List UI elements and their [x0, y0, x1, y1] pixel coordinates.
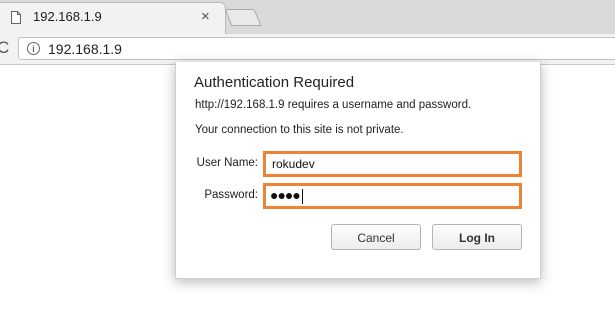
password-label: Password:: [204, 189, 258, 201]
auth-dialog: Authentication Required http://192.168.1…: [175, 62, 541, 279]
browser-toolbar: C i 192.168.1.9: [0, 34, 615, 65]
document-icon: [11, 11, 21, 24]
address-bar[interactable]: i 192.168.1.9: [18, 37, 615, 60]
new-tab-button[interactable]: [224, 9, 262, 26]
tab-title: 192.168.1.9: [33, 9, 102, 24]
password-value: ●●●●: [270, 187, 301, 203]
username-label: User Name:: [196, 157, 258, 169]
username-value: rokudev: [272, 157, 315, 171]
info-icon[interactable]: i: [27, 42, 40, 55]
password-mask-wrapper: ●●●●: [270, 187, 303, 204]
browser-tab[interactable]: 192.168.1.9 ×: [0, 2, 226, 34]
reload-icon[interactable]: C: [0, 38, 9, 58]
dialog-title: Authentication Required: [194, 74, 355, 91]
text-caret: [301, 188, 303, 204]
login-button[interactable]: Log In: [432, 224, 522, 250]
username-field[interactable]: rokudev: [263, 151, 522, 177]
password-field[interactable]: ●●●●: [263, 183, 522, 209]
privacy-note: Your connection to this site is not priv…: [195, 124, 404, 136]
tab-strip: 192.168.1.9 ×: [0, 0, 615, 34]
close-tab-icon[interactable]: ×: [201, 8, 210, 26]
url-text[interactable]: 192.168.1.9: [48, 41, 122, 57]
cancel-button[interactable]: Cancel: [331, 224, 421, 250]
auth-message: http://192.168.1.9 requires a username a…: [195, 99, 472, 111]
